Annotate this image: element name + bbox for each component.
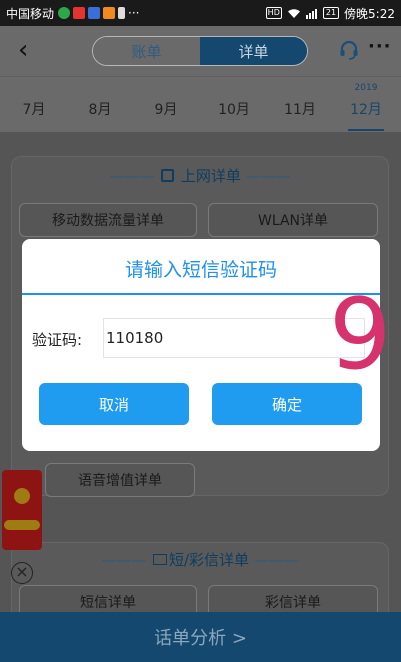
- wlan-details-button[interactable]: WLAN详单: [208, 203, 378, 237]
- status-more-icon: ···: [128, 6, 140, 20]
- month-tab[interactable]: 7月: [4, 77, 64, 133]
- verification-code-input[interactable]: [103, 318, 365, 358]
- internet-section-title: ——— 上网详单 ———: [109, 167, 291, 185]
- app-header: ‹ 账单 详单 ···: [0, 26, 401, 76]
- envelope-icon: [152, 554, 167, 565]
- month-tab[interactable]: 9月: [136, 77, 196, 133]
- wifi-icon: [287, 8, 300, 18]
- year-label: 2019: [354, 83, 378, 93]
- clock: 傍晚5:22: [344, 6, 395, 21]
- signal-icon: [305, 8, 317, 19]
- red-packet-widget[interactable]: [2, 470, 42, 550]
- carrier-name: 中国移动: [6, 6, 55, 21]
- month-tab-selected[interactable]: 2019 12月: [336, 77, 396, 133]
- month-tab[interactable]: 10月: [204, 77, 264, 133]
- month-tab[interactable]: 8月: [70, 77, 130, 133]
- calendar-icon: [161, 169, 175, 182]
- back-arrow-icon[interactable]: ‹: [18, 37, 28, 63]
- red-packet-label: [4, 520, 40, 530]
- hd-icon: HD: [265, 7, 282, 19]
- notification-icon: [88, 7, 101, 19]
- sms-section-title: ——— 短/彩信详单 ———: [101, 551, 299, 569]
- overlay-step-number: 9: [329, 278, 392, 392]
- dialog-divider: [22, 293, 380, 295]
- month-selector: 7月 8月 9月 10月 11月 2019 12月: [0, 76, 401, 132]
- code-label: 验证码:: [32, 331, 83, 349]
- notification-icon: [73, 7, 86, 19]
- tab-bill[interactable]: 账单: [93, 37, 200, 65]
- month-tab[interactable]: 11月: [270, 77, 330, 133]
- notification-icon: [58, 7, 71, 19]
- bill-analysis-button[interactable]: 话单分析 >: [0, 612, 401, 662]
- more-icon[interactable]: ···: [368, 36, 392, 57]
- sms-code-dialog: 请输入短信验证码 验证码: 取消 确定: [22, 239, 380, 451]
- customer-service-icon[interactable]: [338, 39, 360, 61]
- cancel-button[interactable]: 取消: [39, 383, 189, 425]
- mobile-data-details-button[interactable]: 移动数据流量详单: [19, 203, 197, 237]
- tab-details[interactable]: 详单: [200, 37, 307, 65]
- coin-icon: [14, 488, 30, 504]
- dialog-title: 请输入短信验证码: [124, 259, 277, 281]
- voice-value-added-details-button[interactable]: 语音增值详单: [45, 463, 195, 497]
- notification-icon: [103, 7, 116, 19]
- battery-icon: 21: [322, 7, 340, 19]
- status-bar: 中国移动 ··· HD 21 傍晚5:22: [0, 0, 401, 26]
- bill-tabs: 账单 详单: [92, 36, 308, 66]
- notification-icons: ···: [58, 6, 139, 20]
- close-icon[interactable]: ×: [11, 562, 33, 584]
- notification-icon: [118, 7, 126, 19]
